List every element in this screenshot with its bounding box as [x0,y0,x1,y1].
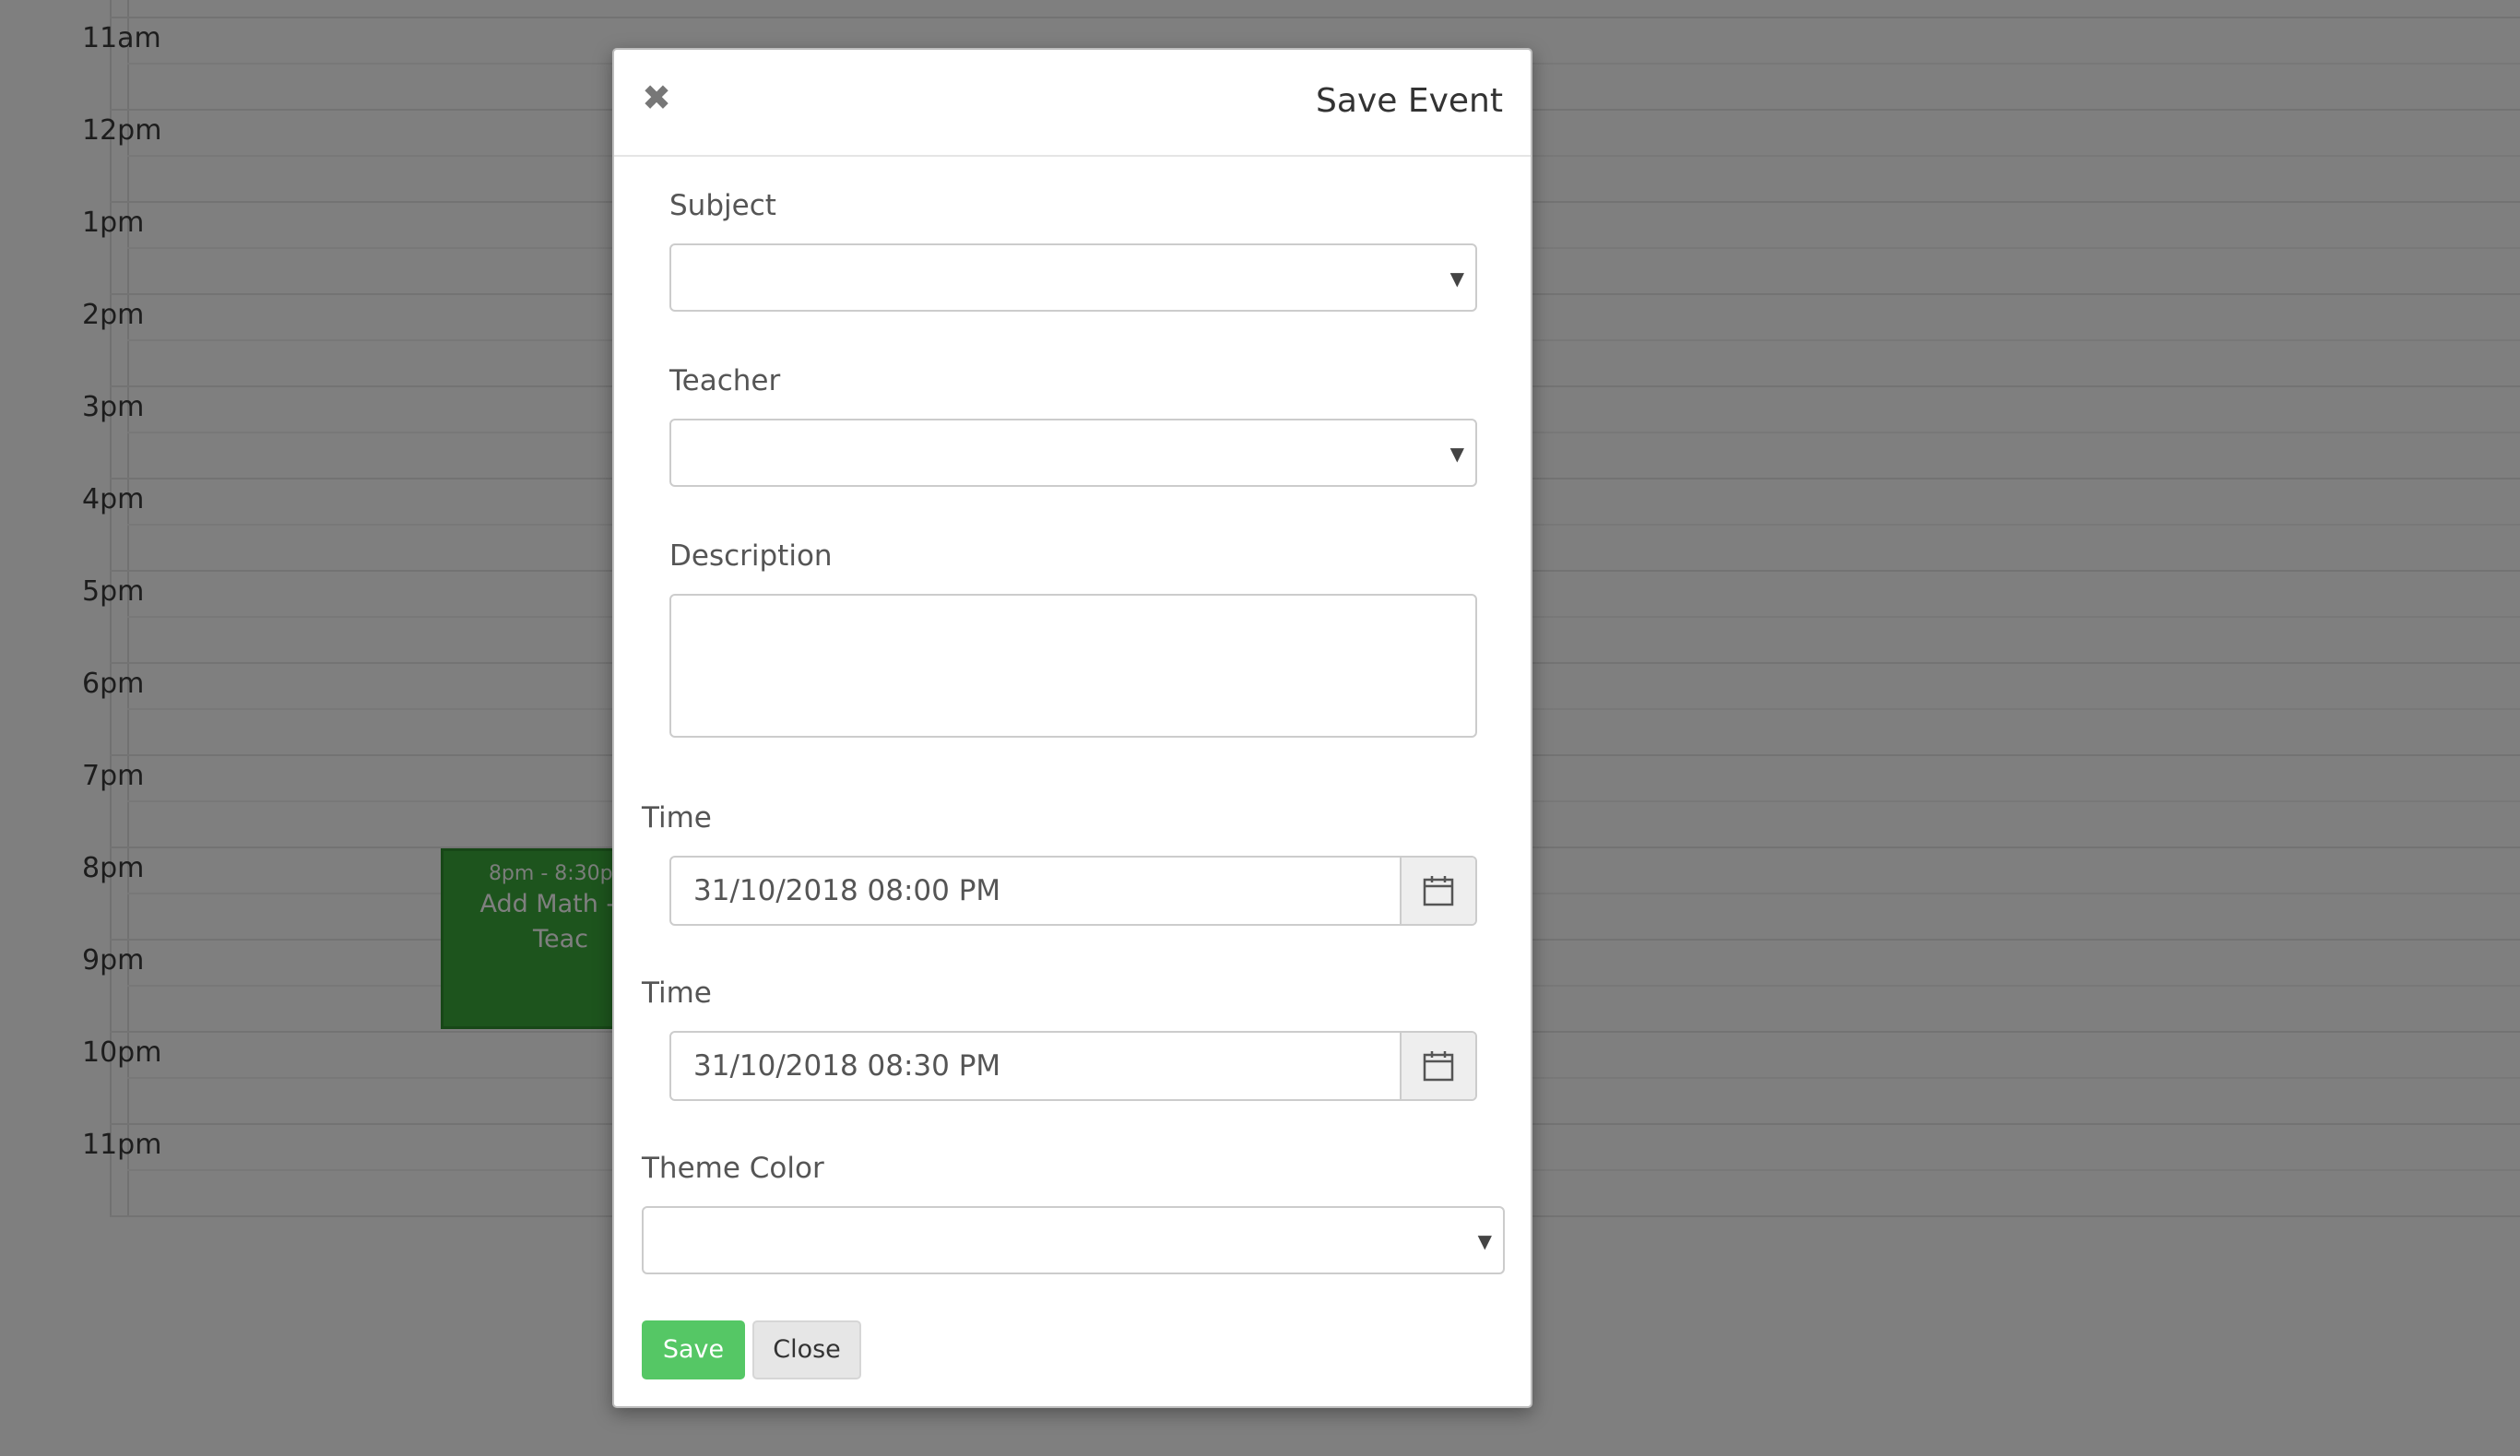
calendar-icon [1423,1051,1454,1082]
subject-select[interactable]: ▼ [669,243,1477,312]
description-textarea[interactable] [669,594,1477,738]
subject-label: Subject [669,189,776,222]
chevron-down-icon: ▼ [1477,1230,1492,1252]
theme-color-select[interactable]: ▼ [642,1206,1505,1274]
end-time-label: Time [642,977,712,1010]
teacher-select[interactable]: ▼ [669,419,1477,487]
end-time-field: 31/10/2018 08:30 PM [669,1031,1477,1101]
modal-title: Save Event [1316,82,1503,120]
end-time-picker-button[interactable] [1400,1033,1475,1099]
end-time-input[interactable]: 31/10/2018 08:30 PM [671,1033,1402,1099]
close-icon[interactable]: ✖ [640,80,673,115]
save-event-modal: ✖ Save Event Subject ▼ Teacher ▼ Descrip… [612,48,1532,1408]
chevron-down-icon: ▼ [1449,443,1464,465]
start-time-picker-button[interactable] [1400,858,1475,924]
start-time-field: 31/10/2018 08:00 PM [669,856,1477,926]
teacher-label: Teacher [669,364,781,397]
calendar-icon [1423,876,1454,906]
theme-color-label: Theme Color [642,1152,824,1185]
chevron-down-icon: ▼ [1449,267,1464,290]
start-time-input[interactable]: 31/10/2018 08:00 PM [671,858,1402,924]
modal-header: ✖ Save Event [614,50,1531,157]
close-button[interactable]: Close [752,1320,861,1379]
save-button[interactable]: Save [642,1320,745,1379]
start-time-label: Time [642,801,712,835]
description-label: Description [669,539,833,573]
